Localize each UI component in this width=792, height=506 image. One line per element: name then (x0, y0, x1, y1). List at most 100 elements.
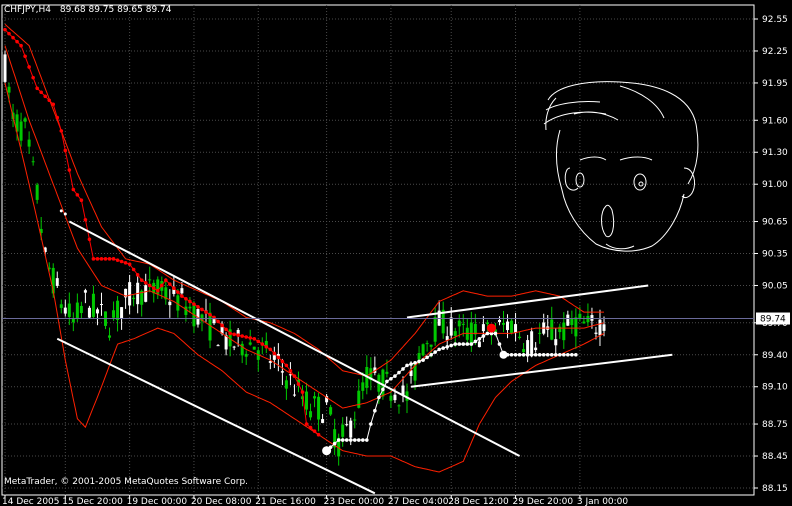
candle-body (566, 314, 570, 326)
candle-body (570, 318, 574, 326)
candle-body (558, 326, 562, 333)
candle-body (128, 282, 132, 306)
candle-body (417, 353, 421, 360)
parabolic-sar-dot (23, 54, 27, 59)
step-line-dot (557, 352, 562, 357)
candle-body (590, 315, 594, 321)
parabolic-sar-dot (260, 342, 265, 346)
step-line-dot (481, 334, 486, 338)
parabolic-sar-dot (111, 257, 116, 261)
parabolic-sar-dot (39, 90, 43, 95)
candle-body (321, 419, 325, 423)
candle-body (433, 317, 437, 342)
parabolic-sar-dot (115, 258, 120, 262)
candle-body (457, 320, 461, 327)
parabolic-sar-dot (143, 281, 148, 285)
candle-body (35, 184, 39, 200)
step-line-dot (561, 352, 566, 357)
candle-body (244, 353, 248, 357)
parabolic-sar-dot (27, 65, 31, 69)
candle-body (598, 319, 602, 336)
candle-body (506, 321, 510, 331)
candle-body (602, 324, 606, 331)
candle-body (91, 293, 95, 317)
candle-body (216, 345, 220, 347)
parabolic-sar-dot (196, 304, 200, 309)
parabolic-sar-dot (11, 35, 15, 40)
step-line-dot (373, 408, 377, 413)
candle-body (31, 161, 35, 163)
step-line-dot (477, 336, 482, 341)
candle-body (453, 331, 457, 336)
step-line-dot (545, 352, 550, 357)
candle-body (425, 343, 429, 345)
x-tick-label: 21 Dec 16:00 (255, 497, 316, 506)
candle-body (108, 335, 112, 338)
parabolic-sar-dot (172, 286, 176, 290)
parabolic-sar-dot (15, 39, 19, 44)
x-tick-label: 19 Dec 00:00 (127, 497, 188, 506)
candle-body (421, 344, 425, 356)
candle-body (292, 394, 296, 396)
parabolic-sar-dot (236, 333, 240, 338)
step-line-dot (533, 352, 538, 357)
candle-body (578, 313, 582, 319)
candle-body (574, 317, 578, 337)
candle-body (385, 371, 389, 374)
step-line-dot (336, 438, 341, 442)
parabolic-sar-dot (35, 86, 39, 91)
x-tick-label: 15 Dec 20:00 (62, 497, 123, 506)
candle-body (389, 395, 393, 401)
step-line-dot (356, 438, 361, 442)
candle-body (357, 390, 361, 408)
step-line-dot (465, 342, 470, 346)
y-tick-label: 92.55 (762, 15, 788, 25)
copyright-label: MetaTrader, © 2001-2005 MetaQuotes Softw… (4, 477, 248, 487)
parabolic-sar-dot (79, 198, 84, 203)
price-chart[interactable]: CHFJPY,H4 89.68 89.75 89.65 89.74 MetaTr… (0, 0, 792, 506)
x-tick-label: 27 Dec 04:00 (388, 497, 449, 506)
step-line-dot (521, 352, 526, 357)
parabolic-sar-dot (135, 273, 140, 277)
chart-background (0, 0, 792, 506)
y-tick-label: 90.35 (762, 250, 788, 260)
parabolic-sar-dot (3, 27, 7, 32)
y-tick-label: 91.00 (762, 180, 788, 190)
parabolic-sar-dot (91, 257, 96, 261)
x-tick-label: 14 Dec 2005 (2, 497, 60, 506)
candle-body (349, 420, 353, 438)
step-line-dot (433, 350, 437, 354)
parabolic-sar-dot (159, 283, 164, 288)
step-line-dot (574, 352, 578, 357)
candle-body (586, 315, 590, 323)
candle-body (248, 342, 252, 345)
y-tick-label: 91.30 (762, 148, 788, 158)
step-line-dot (461, 342, 466, 346)
step-line-dot (365, 438, 369, 442)
parabolic-sar-dot (59, 129, 64, 133)
candle-body (393, 394, 397, 401)
candle-body (144, 285, 148, 302)
candle-body (19, 121, 23, 141)
parabolic-sar-dot (256, 339, 261, 344)
symbol-label: CHFJPY,H4 (4, 5, 51, 15)
parabolic-sar-dot (151, 286, 156, 290)
current-price-label: 89.74 (760, 315, 786, 325)
candle-body (510, 320, 514, 333)
candle-body (280, 371, 284, 373)
candle-body (27, 139, 31, 147)
parabolic-sar-dot (139, 278, 144, 282)
candle-body (272, 355, 276, 360)
candle-body (180, 288, 184, 294)
parabolic-sar-dot (99, 257, 104, 261)
candle-body (477, 341, 481, 348)
parabolic-sar-dot (71, 187, 76, 192)
step-line-dot (405, 363, 409, 368)
parabolic-sar-dot (224, 327, 228, 332)
parabolic-sar-dot (83, 217, 88, 222)
step-line-dot (541, 352, 546, 357)
candle-body (353, 419, 357, 421)
step-line-marker (499, 350, 508, 359)
step-line-dot (441, 346, 445, 350)
parabolic-sar-dot (232, 332, 236, 337)
